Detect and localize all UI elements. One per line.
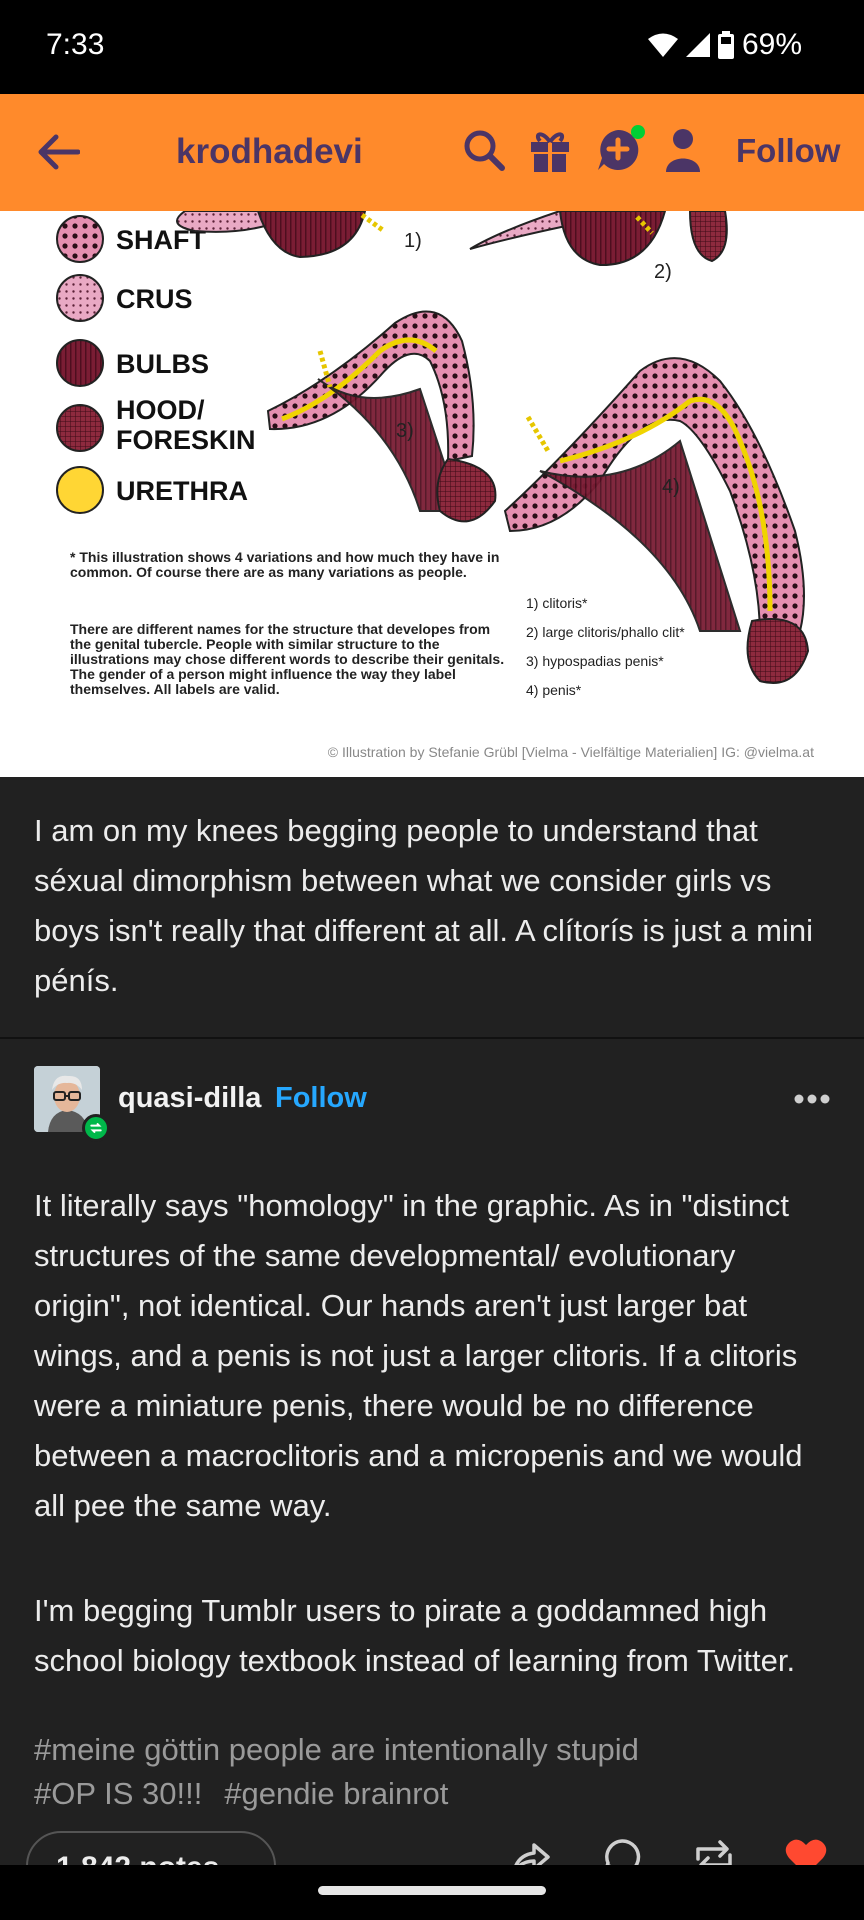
variation-caption-2: 2) large clitoris/phallo clit*: [526, 624, 685, 640]
variation-legend: 1) clitoris* 2) large clitoris/phallo cl…: [526, 589, 685, 705]
illustration-note-1: * This illustration shows 4 variations a…: [70, 549, 500, 580]
post-content: SHAFT CRUS BULBS HOOD/ FORESKIN URETHRA: [0, 211, 864, 1865]
status-time: 7:33: [46, 28, 105, 61]
follow-reblogger-button[interactable]: Follow: [275, 1082, 367, 1115]
variation-caption-1: 1) clitoris*: [526, 595, 588, 611]
blog-header: krodhadevi Follow: [0, 94, 864, 211]
more-options-icon[interactable]: [794, 1094, 830, 1104]
variation-1-drawing: [176, 211, 386, 259]
wifi-icon: [647, 33, 678, 57]
post-image[interactable]: SHAFT CRUS BULBS HOOD/ FORESKIN URETHRA: [0, 211, 864, 777]
battery-percent: 69%: [741, 28, 802, 61]
legend-swatch-crus: [56, 274, 104, 322]
legend-swatch-bulbs: [56, 339, 104, 387]
signal-icon: [685, 33, 710, 57]
reblog-text-paragraph-2: I'm begging Tumblr users to pirate a god…: [34, 1593, 796, 1678]
variation-label-2: 2): [654, 261, 672, 283]
reblog-divider: [0, 1037, 864, 1039]
gift-icon[interactable]: [528, 128, 572, 174]
post-footer: 1,842 notes: [0, 1831, 864, 1865]
follow-blog-button[interactable]: Follow: [736, 132, 840, 170]
reblog-button-icon[interactable]: [692, 1837, 736, 1865]
notes-button[interactable]: 1,842 notes: [26, 1831, 276, 1865]
reblog-text-paragraph-1: It literally says "homology" in the grap…: [34, 1188, 803, 1523]
reblog-icon: [82, 1114, 110, 1142]
variation-label-1: 1): [404, 230, 422, 252]
search-icon[interactable]: [462, 128, 506, 172]
illustration-note-2: There are different names for the struct…: [70, 621, 505, 697]
status-icons: 69%: [647, 28, 802, 62]
tag-link[interactable]: #meine göttin people are intentionally s…: [34, 1732, 639, 1767]
like-heart-icon[interactable]: [784, 1837, 828, 1865]
original-post-text: I am on my knees begging people to under…: [34, 813, 813, 998]
legend-swatch-hood: [56, 404, 104, 452]
legend-swatch-shaft: [56, 215, 104, 263]
variation-caption-3: 3) hypospadias penis*: [526, 653, 664, 669]
reblog-header: quasi-dilla Follow: [0, 1066, 864, 1142]
share-icon[interactable]: [510, 1837, 550, 1865]
reply-icon[interactable]: [602, 1837, 642, 1865]
legend-label-urethra: URETHRA: [116, 476, 248, 506]
legend-label-hood: HOOD/: [116, 395, 205, 425]
account-icon[interactable]: [666, 128, 700, 172]
legend-swatch-urethra: [56, 466, 104, 514]
variation-2-drawing: [469, 211, 728, 267]
legend-label-crus: CRUS: [116, 284, 193, 314]
post-tags: #meine göttin people are intentionally s…: [34, 1728, 834, 1816]
tag-link[interactable]: #OP IS 30!!!: [34, 1776, 202, 1811]
status-bar: 7:33 69%: [0, 0, 864, 94]
variation-caption-4: 4) penis*: [526, 682, 582, 698]
blog-name[interactable]: krodhadevi: [176, 132, 363, 172]
reblogger-username[interactable]: quasi-dilla: [118, 1082, 261, 1115]
battery-icon: [717, 31, 734, 59]
variation-label-3: 3): [396, 420, 414, 442]
legend-label-bulbs: BULBS: [116, 349, 209, 379]
navigation-bar: [0, 1865, 864, 1920]
legend-label-foreskin: FORESKIN: [116, 425, 256, 455]
variation-label-4: 4): [662, 476, 680, 498]
activity-icon[interactable]: [594, 124, 646, 176]
variation-3-drawing: [266, 310, 497, 523]
back-arrow-icon[interactable]: [36, 132, 80, 172]
tag-link[interactable]: #gendie brainrot: [224, 1776, 448, 1811]
home-indicator[interactable]: [318, 1886, 546, 1895]
illustration-credit: © Illustration by Stefanie Grübl [Vielma…: [327, 744, 814, 760]
